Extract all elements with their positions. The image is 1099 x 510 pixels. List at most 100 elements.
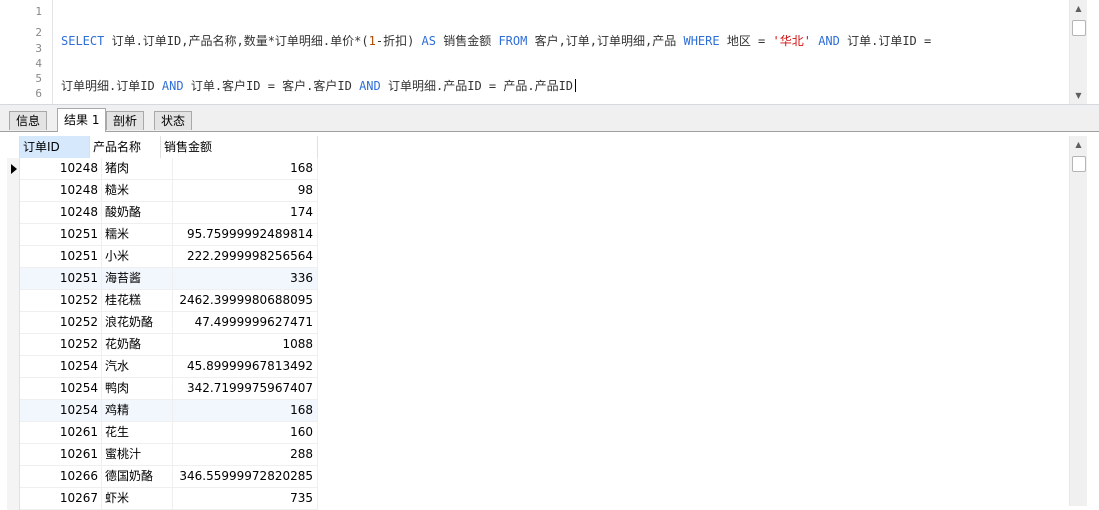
table-row[interactable]: 10261 蜜桃汁 288 — [20, 444, 318, 466]
cell-product-name[interactable]: 蜜桃汁 — [102, 444, 173, 465]
sql-line-2: 订单明细.订单ID AND 订单.客户ID = 客户.客户ID AND 订单明细… — [61, 79, 1061, 94]
cell-product-name[interactable]: 糙米 — [102, 180, 173, 201]
row-header[interactable] — [7, 158, 20, 180]
column-header-product-name[interactable]: 产品名称 — [90, 136, 161, 158]
table-row[interactable]: 10261 花生 160 — [20, 422, 318, 444]
grid-scroll-thumb[interactable] — [1072, 156, 1086, 172]
table-row[interactable]: 10266 德国奶酪 346.55999972820285 — [20, 466, 318, 488]
cell-sales-amount[interactable]: 222.2999998256564 — [173, 246, 318, 267]
tab-status[interactable]: 状态 — [154, 111, 193, 130]
cell-sales-amount[interactable]: 346.55999972820285 — [173, 466, 318, 487]
cell-sales-amount[interactable]: 160 — [173, 422, 318, 443]
cell-order-id[interactable]: 10261 — [20, 444, 102, 465]
row-header[interactable] — [7, 312, 20, 334]
table-row[interactable]: 10252 浪花奶酪 47.4999999627471 — [20, 312, 318, 334]
row-header[interactable] — [7, 290, 20, 312]
cell-product-name[interactable]: 浪花奶酪 — [102, 312, 173, 333]
sql-text: -折扣) — [375, 34, 422, 48]
cell-order-id[interactable]: 10254 — [20, 378, 102, 399]
row-header[interactable] — [7, 202, 20, 224]
scroll-up-icon[interactable]: ▲ — [1070, 0, 1087, 17]
row-header[interactable] — [7, 334, 20, 356]
cell-product-name[interactable]: 花奶酪 — [102, 334, 173, 355]
cell-product-name[interactable]: 酸奶酪 — [102, 202, 173, 223]
cell-product-name[interactable]: 鸡精 — [102, 400, 173, 421]
cell-order-id[interactable]: 10248 — [20, 202, 102, 223]
column-header-order-id[interactable]: 订单ID — [20, 136, 90, 158]
cell-sales-amount[interactable]: 168 — [173, 158, 318, 179]
cell-sales-amount[interactable]: 342.7199975967407 — [173, 378, 318, 399]
cell-product-name[interactable]: 糯米 — [102, 224, 173, 245]
cell-order-id[interactable]: 10251 — [20, 246, 102, 267]
row-header[interactable] — [7, 378, 20, 400]
row-header[interactable] — [7, 488, 20, 510]
line-number: 4 — [35, 57, 42, 70]
sql-text: 订单明细.订单ID — [61, 79, 162, 93]
table-row[interactable]: 10252 桂花糕 2462.3999980688095 — [20, 290, 318, 312]
cell-order-id[interactable]: 10254 — [20, 400, 102, 421]
cell-order-id[interactable]: 10252 — [20, 312, 102, 333]
cell-product-name[interactable]: 鸭肉 — [102, 378, 173, 399]
cell-order-id[interactable]: 10248 — [20, 180, 102, 201]
cell-sales-amount[interactable]: 168 — [173, 400, 318, 421]
cell-product-name[interactable]: 汽水 — [102, 356, 173, 377]
current-row-indicator-icon — [11, 164, 17, 174]
sql-code[interactable]: SELECT 订单.订单ID,产品名称,数量*订单明细.单价*(1-折扣) AS… — [61, 4, 1061, 104]
table-row[interactable]: 10252 花奶酪 1088 — [20, 334, 318, 356]
sql-editor[interactable]: 123456 SELECT 订单.订单ID,产品名称,数量*订单明细.单价*(1… — [0, 0, 1099, 104]
row-header[interactable] — [7, 224, 20, 246]
cell-sales-amount[interactable]: 47.4999999627471 — [173, 312, 318, 333]
cell-order-id[interactable]: 10252 — [20, 290, 102, 311]
row-header[interactable] — [7, 356, 20, 378]
cell-product-name[interactable]: 德国奶酪 — [102, 466, 173, 487]
tab-info[interactable]: 信息 — [9, 111, 48, 130]
cell-order-id[interactable]: 10254 — [20, 356, 102, 377]
cell-order-id[interactable]: 10248 — [20, 158, 102, 179]
cell-sales-amount[interactable]: 95.75999992489814 — [173, 224, 318, 245]
editor-scrollbar[interactable]: ▲ ▼ — [1069, 0, 1087, 104]
table-row[interactable]: 10251 小米 222.2999998256564 — [20, 246, 318, 268]
cell-sales-amount[interactable]: 288 — [173, 444, 318, 465]
row-header[interactable] — [7, 444, 20, 466]
cell-order-id[interactable]: 10251 — [20, 224, 102, 245]
cell-product-name[interactable]: 花生 — [102, 422, 173, 443]
cell-sales-amount[interactable]: 2462.3999980688095 — [173, 290, 318, 311]
scroll-down-icon[interactable]: ▼ — [1070, 87, 1087, 104]
cell-product-name[interactable]: 海苔酱 — [102, 268, 173, 289]
grid-scrollbar[interactable]: ▲ — [1069, 136, 1087, 506]
table-row[interactable]: 10248 猪肉 168 — [20, 158, 318, 180]
cell-sales-amount[interactable]: 45.89999967813492 — [173, 356, 318, 377]
cell-order-id[interactable]: 10252 — [20, 334, 102, 355]
scroll-up-icon[interactable]: ▲ — [1070, 136, 1087, 153]
row-header[interactable] — [7, 180, 20, 202]
cell-order-id[interactable]: 10261 — [20, 422, 102, 443]
cell-order-id[interactable]: 10266 — [20, 466, 102, 487]
row-header[interactable] — [7, 466, 20, 488]
table-row[interactable]: 10251 糯米 95.75999992489814 — [20, 224, 318, 246]
row-header[interactable] — [7, 246, 20, 268]
editor-scroll-thumb[interactable] — [1072, 20, 1086, 36]
table-row[interactable]: 10254 汽水 45.89999967813492 — [20, 356, 318, 378]
grid-corner — [7, 136, 20, 158]
cell-product-name[interactable]: 猪肉 — [102, 158, 173, 179]
cell-sales-amount[interactable]: 336 — [173, 268, 318, 289]
cell-sales-amount[interactable]: 174 — [173, 202, 318, 223]
sql-text: 客户,订单,订单明细,产品 — [527, 34, 684, 48]
cell-product-name[interactable]: 桂花糕 — [102, 290, 173, 311]
row-header[interactable] — [7, 422, 20, 444]
table-row[interactable]: 10248 糙米 98 — [20, 180, 318, 202]
cell-sales-amount[interactable]: 98 — [173, 180, 318, 201]
row-header[interactable] — [7, 268, 20, 290]
cell-order-id[interactable]: 10251 — [20, 268, 102, 289]
cell-sales-amount[interactable]: 1088 — [173, 334, 318, 355]
column-header-sales-amount[interactable]: 销售金额 — [161, 136, 318, 158]
table-row[interactable]: 10254 鸭肉 342.7199975967407 — [20, 378, 318, 400]
cell-product-name[interactable]: 小米 — [102, 246, 173, 267]
tab-profile[interactable]: 剖析 — [106, 111, 145, 130]
table-row[interactable]: 10251 海苔酱 336 — [20, 268, 318, 290]
table-row[interactable]: 10254 鸡精 168 — [20, 400, 318, 422]
table-row[interactable]: 10267 虾米 735 — [20, 488, 318, 510]
row-header[interactable] — [7, 400, 20, 422]
tab-result-1[interactable]: 结果 1 — [57, 108, 107, 132]
table-row[interactable]: 10248 酸奶酪 174 — [20, 202, 318, 224]
